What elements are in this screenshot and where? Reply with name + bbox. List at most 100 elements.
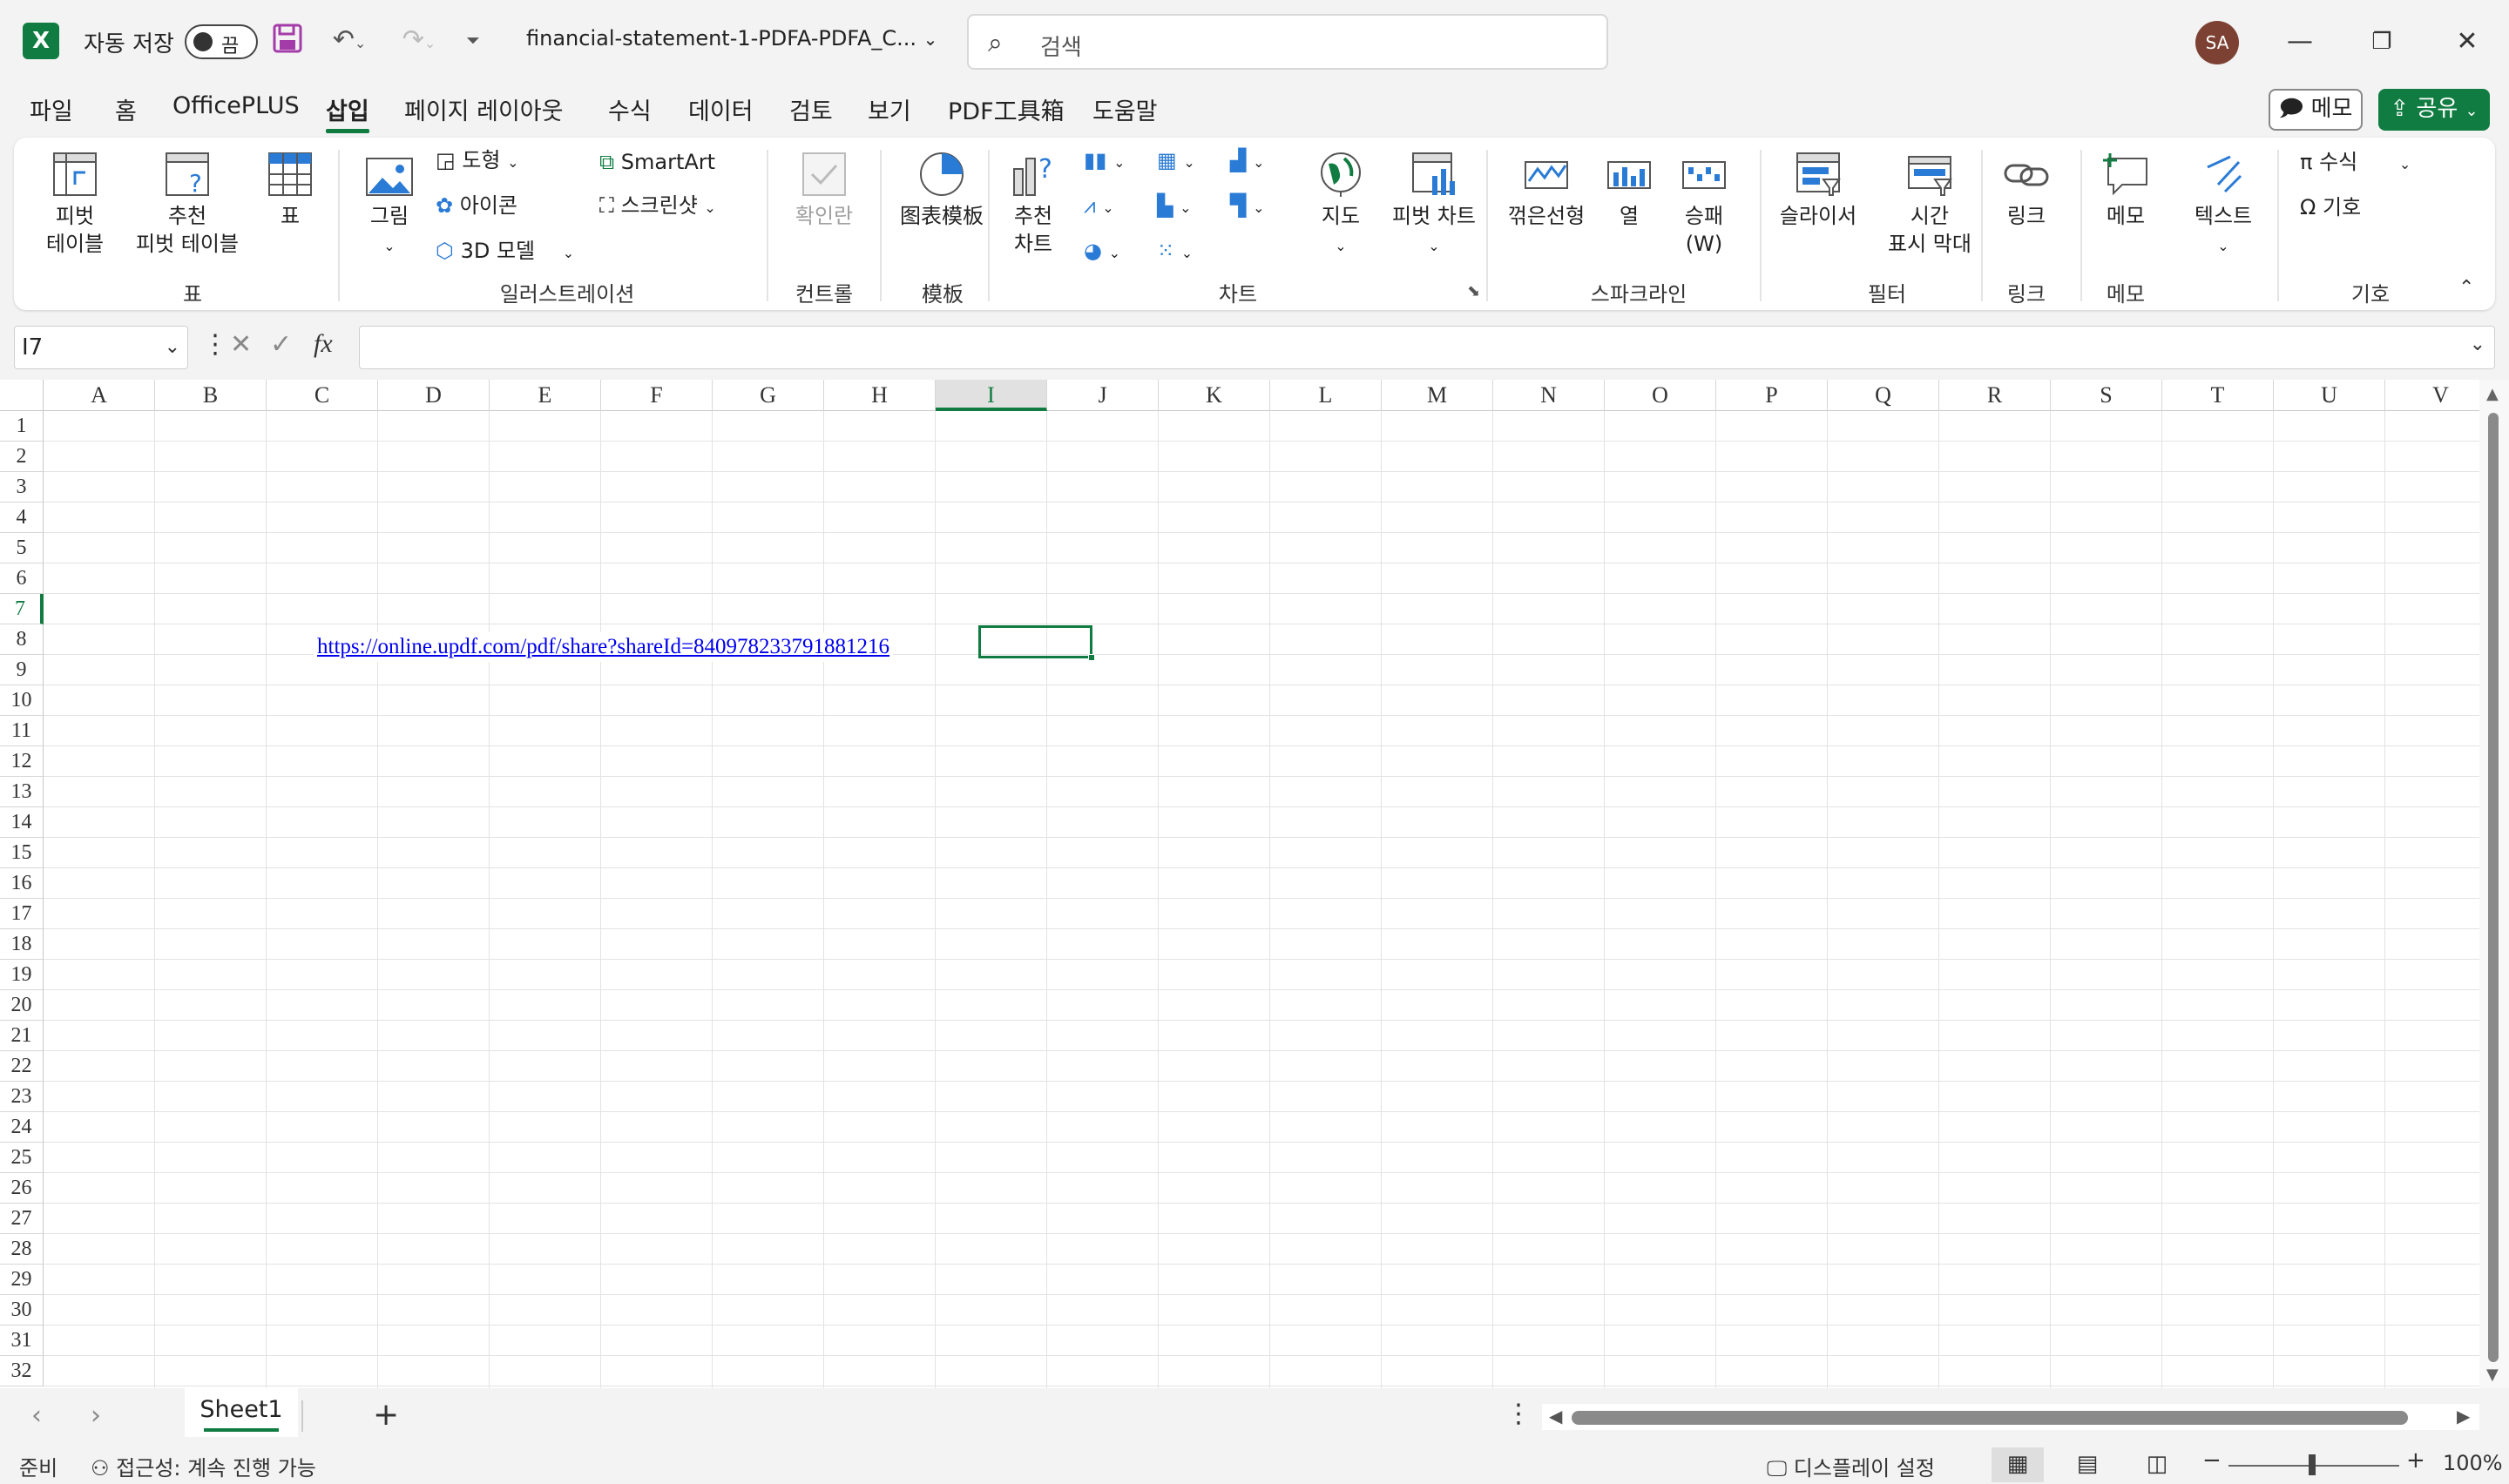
autosave-toggle[interactable]: 끔	[185, 24, 258, 59]
vertical-scroll-thumb[interactable]	[2488, 413, 2499, 1362]
column-header[interactable]: J	[1047, 380, 1159, 411]
row-header[interactable]: 32	[0, 1356, 44, 1386]
row-header[interactable]: 4	[0, 503, 44, 533]
row-header[interactable]: 28	[0, 1234, 44, 1265]
row-header[interactable]: 15	[0, 838, 44, 868]
statistic-chart-button[interactable]: ▙ ⌄	[1157, 192, 1192, 222]
scatter-chart-button[interactable]: ⁙ ⌄	[1157, 237, 1193, 267]
row-header[interactable]: 25	[0, 1143, 44, 1173]
add-sheet-icon[interactable]: +	[373, 1397, 399, 1433]
insert-function-icon[interactable]: fx	[314, 329, 333, 359]
row-header[interactable]: 30	[0, 1295, 44, 1325]
row-header[interactable]: 8	[0, 624, 44, 655]
column-header[interactable]: F	[601, 380, 713, 411]
icons-button[interactable]: ✿ 아이콘	[436, 192, 517, 219]
prev-sheet-icon[interactable]: ‹	[31, 1400, 42, 1431]
row-header[interactable]: 22	[0, 1051, 44, 1082]
active-cell-i7[interactable]	[978, 625, 1095, 661]
row-header[interactable]: 14	[0, 807, 44, 838]
slicer-button[interactable]: 슬라이서	[1770, 150, 1866, 230]
chart-template-button[interactable]: 图表模板	[885, 150, 998, 230]
row-header[interactable]: 2	[0, 442, 44, 472]
document-title[interactable]: financial-statement-1-PDFA-PDFA_C... ⌄	[526, 26, 937, 51]
row-header[interactable]: 27	[0, 1204, 44, 1234]
cancel-icon[interactable]: ✕	[230, 329, 252, 360]
row-header[interactable]: 9	[0, 655, 44, 685]
row-header[interactable]: 1	[0, 411, 44, 442]
horizontal-scrollbar[interactable]: ◀ ▶	[1542, 1404, 2479, 1430]
waterfall-chart-button[interactable]: ▟ ⌄	[1230, 146, 1265, 177]
cell-area[interactable]: https://online.updf.com/pdf/share?shareI…	[44, 411, 2479, 1388]
text-button[interactable]: 텍스트 ⌄	[2180, 150, 2267, 260]
row-header[interactable]: 17	[0, 899, 44, 929]
row-header[interactable]: 24	[0, 1112, 44, 1143]
close-icon[interactable]: ✕	[2441, 21, 2493, 63]
line-chart-button[interactable]: ⩘ ⌄	[1084, 192, 1114, 222]
row-header[interactable]: 13	[0, 777, 44, 807]
tab-officeplus[interactable]: OfficePLUS	[172, 92, 300, 119]
column-chart-button[interactable]: ▮▮ ⌄	[1084, 146, 1125, 177]
more-options-icon[interactable]: ⋮	[1505, 1399, 1532, 1429]
row-header[interactable]: 3	[0, 472, 44, 503]
accessibility-status[interactable]: ⚇ 접근성: 계속 진행 가능	[91, 1451, 316, 1481]
row-header[interactable]: 10	[0, 685, 44, 716]
column-header[interactable]: S	[2051, 380, 2162, 411]
vertical-scrollbar[interactable]: ▲ ▼	[2479, 380, 2509, 1388]
column-header[interactable]: R	[1939, 380, 2051, 411]
pivot-chart-button[interactable]: 피벗 차트 ⌄	[1382, 150, 1486, 260]
column-header[interactable]: P	[1716, 380, 1828, 411]
tab-page-layout[interactable]: 페이지 레이아웃	[404, 92, 563, 126]
comments-button[interactable]: 🗩 메모	[2269, 89, 2363, 131]
fill-handle[interactable]	[1088, 654, 1095, 661]
new-comment-button[interactable]: 메모	[2091, 150, 2161, 230]
restore-icon[interactable]: ❐	[2356, 21, 2408, 63]
column-header[interactable]: G	[713, 380, 824, 411]
picture-button[interactable]: 그림 ⌄	[357, 155, 422, 260]
undo-icon[interactable]: ↶⌄	[321, 23, 378, 57]
tab-data[interactable]: 데이터	[688, 92, 754, 126]
scroll-up-icon[interactable]: ▲	[2486, 385, 2499, 403]
row-header[interactable]: 5	[0, 533, 44, 563]
column-header[interactable]: K	[1159, 380, 1270, 411]
hierarchy-chart-button[interactable]: ▦ ⌄	[1157, 146, 1195, 177]
column-header[interactable]: C	[267, 380, 378, 411]
column-header[interactable]: I	[936, 380, 1047, 411]
row-header[interactable]: 21	[0, 1021, 44, 1051]
table-button[interactable]: 표	[261, 150, 319, 230]
hyperlink-cell-c7[interactable]: https://online.updf.com/pdf/share?shareI…	[314, 632, 894, 662]
page-layout-view-button[interactable]: ▤	[2061, 1447, 2113, 1482]
screenshot-button[interactable]: ⛶ 스크린샷 ⌄	[599, 192, 716, 222]
tab-view[interactable]: 보기	[868, 92, 911, 126]
share-button[interactable]: ⇪ 공유 ⌄	[2378, 89, 2490, 131]
column-header[interactable]: A	[44, 380, 155, 411]
zoom-level[interactable]: 100%	[2443, 1451, 2503, 1475]
row-header[interactable]: 26	[0, 1173, 44, 1204]
tab-pdf-toolbox[interactable]: PDF工具箱	[948, 92, 1065, 126]
column-header[interactable]: E	[490, 380, 601, 411]
tab-home[interactable]: 홈	[115, 92, 137, 126]
next-sheet-icon[interactable]: ›	[91, 1400, 101, 1431]
tab-review[interactable]: 검토	[789, 92, 833, 126]
normal-view-button[interactable]: ▦	[1992, 1447, 2044, 1482]
more-options-icon[interactable]: ⋮	[202, 329, 228, 360]
recommended-charts-button[interactable]: ? 추천 차트	[998, 150, 1068, 258]
name-box[interactable]: I7 ⌄	[14, 326, 188, 369]
column-header[interactable]: N	[1493, 380, 1605, 411]
scroll-down-icon[interactable]: ▼	[2486, 1366, 2499, 1384]
row-header[interactable]: 6	[0, 563, 44, 594]
row-header[interactable]: 29	[0, 1265, 44, 1295]
row-header[interactable]: 11	[0, 716, 44, 746]
row-header[interactable]: 18	[0, 929, 44, 960]
checkbox-button[interactable]: 확인란	[781, 150, 868, 230]
zoom-slider-thumb[interactable]	[2309, 1454, 2316, 1475]
column-header[interactable]: D	[378, 380, 490, 411]
dialog-launcher-icon[interactable]: ⬊	[1467, 282, 1480, 300]
redo-icon[interactable]: ↷⌄	[390, 23, 448, 57]
row-header[interactable]: 31	[0, 1325, 44, 1356]
scroll-right-icon[interactable]: ▶	[2457, 1406, 2470, 1427]
enter-icon[interactable]: ✓	[270, 329, 292, 360]
column-header[interactable]: T	[2162, 380, 2274, 411]
scroll-left-icon[interactable]: ◀	[1549, 1406, 1562, 1427]
sheet-tab[interactable]: Sheet1	[185, 1388, 298, 1437]
search-box[interactable]: ⌕ 검색	[967, 14, 1608, 70]
